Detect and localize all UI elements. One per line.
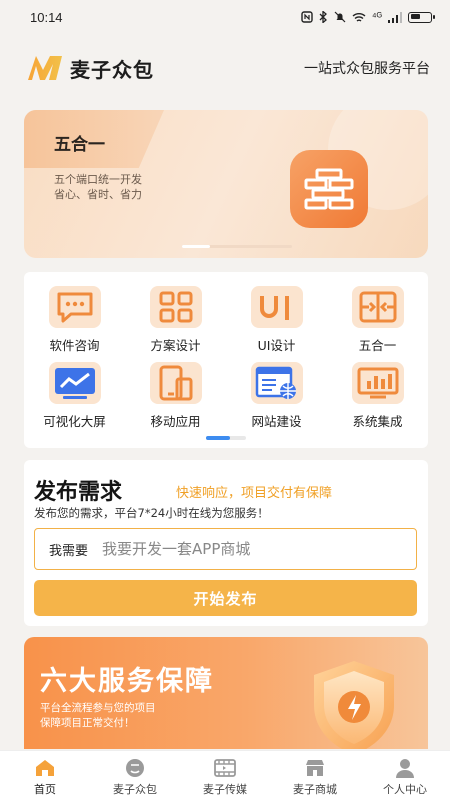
guarantee-desc-line2: 保障项目正常交付！ (40, 717, 135, 729)
banner-description: 五个端口统一开发 省心、省时、省力 (54, 172, 142, 202)
publish-description: 发布您的需求，平台7*24小时在线为您服务！ (34, 506, 269, 520)
bluetooth-icon (319, 11, 327, 23)
service-grid-card: 软件咨询 方案设计 UI设计 五合一 可视化大屏 移动应用 网站建设 系统集成 (24, 272, 428, 448)
network-type: ⁴ᴳ (371, 11, 382, 23)
service-label: 方案设计 (150, 338, 201, 353)
service-label: 五合一 (358, 338, 397, 353)
publish-demand-card: 发布需求 快速响应，项目交付有保障 发布您的需求，平台7*24小时在线为您服务！… (24, 460, 428, 626)
tab-label: 麦子传媒 (203, 783, 247, 796)
tab-label: 麦子众包 (113, 783, 157, 796)
status-time: 10:14 (30, 9, 63, 25)
promo-banner[interactable]: 五合一 五个端口统一开发 省心、省时、省力 (24, 110, 428, 258)
battery-icon (408, 11, 435, 23)
grid-icon (149, 286, 202, 328)
status-icons: ⁴ᴳ (301, 11, 435, 23)
tab-label: 个人中心 (383, 783, 427, 796)
guarantee-description: 平台全流程参与您的项目 保障项目正常交付！ (40, 701, 156, 731)
system-icon (351, 362, 404, 404)
tab-crowdsourcing[interactable]: 麦子众包 (90, 751, 180, 800)
grid-pagination (206, 436, 246, 440)
header-slogan: 一站式众包服务平台 (304, 61, 430, 77)
service-mobile-app[interactable]: 移动应用 (125, 362, 226, 438)
tab-label: 首页 (34, 783, 56, 796)
wall-icon (290, 150, 368, 228)
brand-logo: 麦子众包 (26, 54, 154, 83)
banner-desc-line1: 五个端口统一开发 (54, 173, 142, 186)
tab-label: 麦子商城 (293, 783, 337, 796)
service-label: 网站建设 (251, 414, 302, 429)
publish-title: 发布需求 (34, 480, 123, 505)
service-label: UI设计 (257, 338, 296, 353)
web-icon (250, 362, 303, 404)
service-guarantee-banner[interactable]: 六大服务保障 平台全流程参与您的项目 保障项目正常交付！ (24, 637, 428, 749)
service-solution-design[interactable]: 方案设计 (125, 286, 226, 362)
person-icon (396, 759, 414, 778)
service-label: 可视化大屏 (43, 414, 106, 429)
service-visual-screen[interactable]: 可视化大屏 (24, 362, 125, 438)
home-icon (36, 760, 54, 776)
service-grid: 软件咨询 方案设计 UI设计 五合一 可视化大屏 移动应用 网站建设 系统集成 (24, 272, 428, 438)
bottom-tab-bar: 首页 麦子众包 麦子传媒 麦子商城 个人中心 (0, 750, 450, 800)
start-publish-button[interactable]: 开始发布 (34, 580, 417, 616)
service-label: 软件咨询 (49, 338, 100, 353)
service-label: 移动应用 (150, 414, 201, 429)
signal-icon (388, 11, 402, 23)
service-five-in-one[interactable]: 五合一 (327, 286, 428, 362)
service-website-building[interactable]: 网站建设 (226, 362, 327, 438)
need-field: 我需要 (34, 528, 417, 570)
guarantee-desc-line1: 平台全流程参与您的项目 (40, 702, 156, 714)
banner-title: 五合一 (54, 135, 105, 155)
guarantee-title: 六大服务保障 (40, 666, 214, 697)
mute-bell-icon (334, 11, 346, 23)
tab-home[interactable]: 首页 (0, 751, 90, 800)
service-label: 系统集成 (352, 414, 403, 429)
banner-desc-line2: 省心、省时、省力 (54, 188, 142, 201)
tab-media[interactable]: 麦子传媒 (180, 751, 270, 800)
wifi-icon (352, 12, 366, 22)
service-system-integration[interactable]: 系统集成 (327, 362, 428, 438)
brand-name: 麦子众包 (70, 57, 154, 82)
nfc-icon (301, 11, 313, 23)
banner-dot-active (182, 245, 210, 248)
chart-screen-icon (48, 362, 101, 404)
crowd-icon (126, 759, 144, 777)
shield-icon (314, 661, 394, 749)
service-software-consulting[interactable]: 软件咨询 (24, 286, 125, 362)
shop-icon (306, 760, 324, 776)
status-bar: 10:14 ⁴ᴳ (0, 0, 450, 34)
tab-profile[interactable]: 个人中心 (360, 751, 450, 800)
need-label: 我需要 (49, 543, 89, 559)
need-input[interactable] (102, 540, 416, 558)
ui-icon (250, 286, 303, 328)
banner-pagination (182, 245, 292, 248)
app-header: 麦子众包 一站式众包服务平台 (26, 50, 430, 86)
merge-icon (351, 286, 404, 328)
media-icon (214, 759, 236, 777)
service-ui-design[interactable]: UI设计 (226, 286, 327, 362)
tab-shop[interactable]: 麦子商城 (270, 751, 360, 800)
mobile-icon (149, 362, 202, 404)
publish-tagline: 快速响应，项目交付有保障 (176, 486, 333, 501)
logo-m-icon (28, 56, 62, 80)
grid-dot-active (206, 436, 230, 440)
chat-icon (48, 286, 101, 328)
